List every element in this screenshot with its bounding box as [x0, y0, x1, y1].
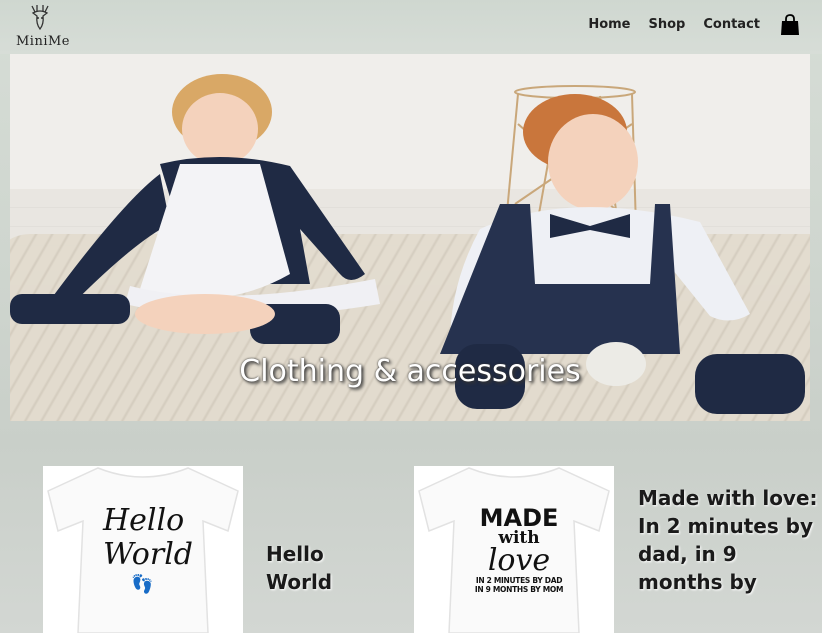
product-name[interactable]: Hello World [266, 540, 386, 596]
brand-name: MiniMe [16, 34, 71, 49]
onesie-print-line: Hello [103, 503, 185, 538]
product-image-made-with-love[interactable]: MADE with love IN 2 MINUTES BY DAD IN 9 … [414, 466, 614, 633]
nav-home-link[interactable]: Home [588, 17, 630, 32]
product-name[interactable]: Made with love: In 2 minutes by dad, in … [638, 484, 818, 596]
site-header: MiniMe Home Shop Contact [0, 0, 822, 54]
onesie-print-text: Hello World [103, 503, 193, 572]
product-image-hello-world[interactable]: Hello World 👣 [43, 466, 243, 633]
onesie-print-line: MADE [479, 504, 559, 532]
brand-logo[interactable]: MiniMe [14, 4, 70, 50]
onesie-print-line: love [487, 543, 551, 578]
shopping-bag-icon [781, 14, 799, 35]
onesie-print-line: IN 2 MINUTES BY DAD [475, 576, 563, 585]
nav-contact-link[interactable]: Contact [703, 17, 760, 32]
hero-title: Clothing & accessories [239, 354, 581, 389]
onesie-print-line: World [103, 537, 193, 572]
onesie-print-line: IN 9 MONTHS BY MOM [474, 585, 564, 594]
cart-button[interactable] [780, 14, 800, 36]
onesie-print-text: MADE with love IN 2 MINUTES BY DAD IN 9 … [474, 506, 564, 594]
deer-icon [31, 5, 49, 31]
footprints-icon: 👣 [131, 574, 154, 595]
nav-shop-link[interactable]: Shop [649, 17, 686, 32]
hero-banner: Clothing & accessories [10, 54, 810, 421]
main-nav: Home Shop Contact [588, 17, 760, 32]
